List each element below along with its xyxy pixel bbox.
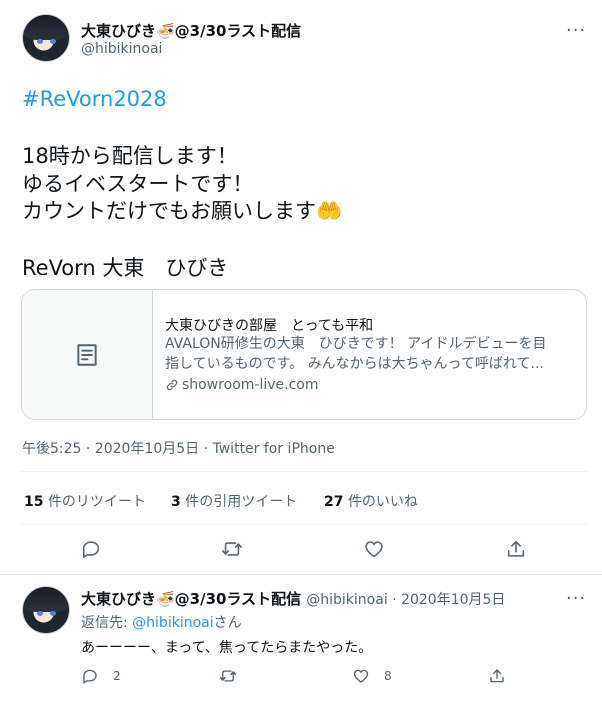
reply-to-prefix: 返信先: — [81, 615, 133, 631]
share-button[interactable] — [488, 667, 506, 685]
tweet-text-line: 18時から配信します！ — [22, 144, 238, 168]
share-icon — [490, 669, 504, 683]
like-count: 8 — [384, 669, 392, 683]
retweets-stat[interactable]: 15 件のリツイート — [24, 491, 146, 511]
retweets-label: 件のリツイート — [47, 494, 146, 510]
author-display-name[interactable]: 大東ひびき🍜@3/30ラスト配信 — [81, 20, 301, 41]
likes-count: 27 — [324, 494, 344, 510]
quotes-stat[interactable]: 3 件の引用ツイート — [171, 491, 297, 511]
card-description: 指しているものです。 みんなからは大ちゃんって呼ばれて... — [165, 356, 544, 372]
retweet-button[interactable] — [220, 538, 244, 560]
likes-stat[interactable]: 27 件のいいね — [324, 491, 418, 511]
divider — [0, 574, 602, 575]
author-handle[interactable]: @hibikinoai — [81, 41, 162, 57]
retweet-icon — [222, 542, 242, 556]
tweet-text-line: カウントだけでもお願いします🤲 — [22, 199, 343, 223]
share-icon — [507, 540, 525, 557]
like-button[interactable]: 8 — [352, 667, 392, 685]
divider — [21, 524, 587, 525]
avatar[interactable] — [22, 586, 70, 634]
more-options-icon[interactable]: ··· — [566, 590, 586, 608]
like-icon — [365, 541, 383, 558]
share-button[interactable] — [505, 538, 527, 560]
reply-author-handle-date[interactable]: @hibikinoai · 2020年10月5日 — [306, 592, 505, 608]
likes-label: 件のいいね — [347, 494, 418, 510]
card-thumbnail — [22, 290, 153, 419]
reply-icon — [83, 669, 97, 684]
reply-icon — [82, 541, 100, 559]
retweets-count: 15 — [24, 494, 44, 510]
card-title: 大東ひびきの部屋 とっても平和 — [165, 318, 374, 334]
retweet-button[interactable] — [218, 667, 252, 685]
reply-button[interactable]: 2 — [81, 667, 121, 685]
like-icon — [353, 669, 369, 683]
card-domain: showroom-live.com — [182, 377, 319, 393]
quotes-count: 3 — [171, 494, 181, 510]
retweet-icon — [219, 670, 237, 682]
link-card[interactable]: 大東ひびきの部屋 とっても平和 AVALON研修生の大東 ひびきです！ アイドル… — [21, 289, 587, 420]
reply-to-link[interactable]: @hibikinoai — [132, 615, 213, 631]
document-icon — [77, 343, 97, 366]
tweet-text-line: ReVorn 大東 ひびき — [22, 256, 229, 280]
card-description: AVALON研修生の大東 ひびきです！ アイドルデビューを目 — [165, 336, 547, 352]
reply-author-display-name[interactable]: 大東ひびき🍜@3/30ラスト配信 — [81, 590, 301, 608]
tweet-timestamp[interactable]: 午後5:25 · 2020年10月5日 · Twitter for iPhone — [22, 438, 335, 458]
link-icon — [166, 379, 178, 391]
reply-tweet-text: あーーーー、まって、焦ってたらまたやった。 — [81, 640, 373, 656]
quotes-label: 件の引用ツイート — [185, 494, 298, 510]
reply-button[interactable] — [80, 538, 102, 560]
more-options-icon[interactable]: ··· — [566, 22, 586, 40]
reply-count: 2 — [113, 669, 121, 683]
divider — [21, 471, 587, 472]
hashtag-link[interactable]: #ReVorn2028 — [22, 84, 167, 115]
like-button[interactable] — [363, 538, 385, 560]
reply-to-suffix: さん — [213, 615, 242, 631]
avatar[interactable] — [22, 14, 70, 62]
